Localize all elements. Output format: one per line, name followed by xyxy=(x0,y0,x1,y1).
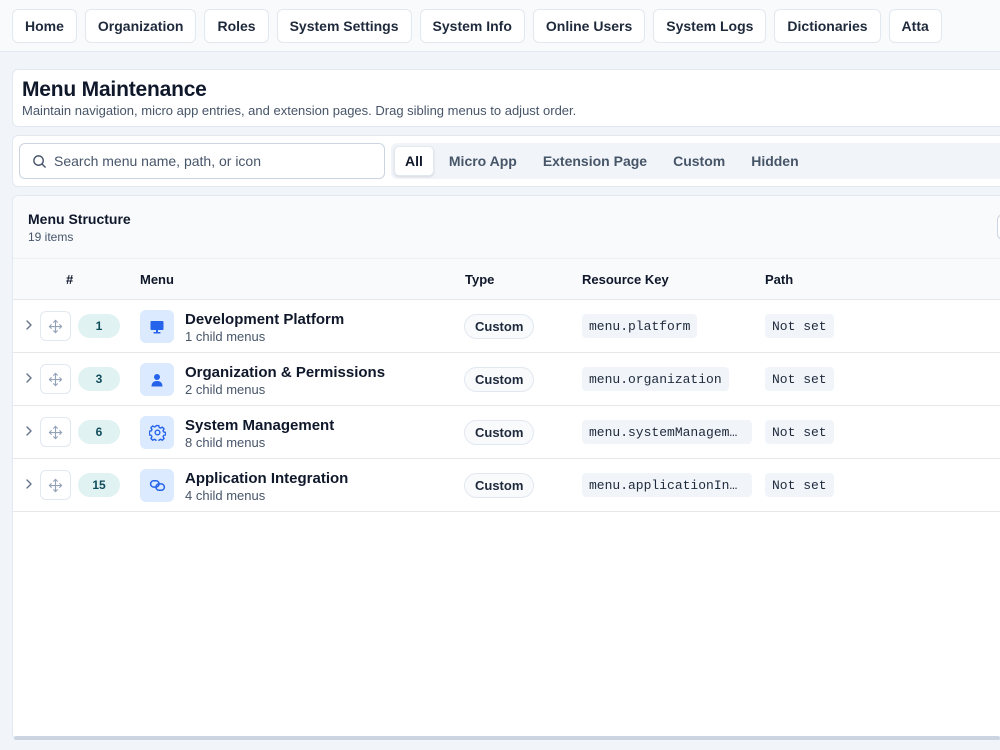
filter-micro-app[interactable]: Micro App xyxy=(436,146,530,176)
table-row[interactable]: 15 Application Integration 4 child menus… xyxy=(13,459,1000,512)
page-header: Menu Maintenance Maintain navigation, mi… xyxy=(12,69,1000,127)
order-badge: 3 xyxy=(78,367,120,391)
child-count: 1 child menus xyxy=(185,329,266,344)
type-badge: Custom xyxy=(464,314,535,339)
tab-bar: Home Organization Roles System Settings … xyxy=(0,0,1000,52)
drag-handle[interactable] xyxy=(40,364,71,394)
path-value: Not set xyxy=(765,367,834,391)
path-value: Not set xyxy=(765,420,834,444)
move-icon xyxy=(48,372,63,386)
child-count: 8 child menus xyxy=(185,435,266,450)
column-type: Type xyxy=(465,272,495,287)
type-badge: Custom xyxy=(464,473,535,498)
menu-icon-tile xyxy=(140,469,174,502)
column-order: # xyxy=(66,272,74,287)
drag-handle[interactable] xyxy=(40,311,71,341)
monitor-icon xyxy=(150,320,164,333)
filter-extension-page[interactable]: Extension Page xyxy=(530,146,660,176)
card-title: Menu Structure xyxy=(28,211,131,227)
menu-name: Development Platform xyxy=(185,311,345,328)
horizontal-scrollbar[interactable] xyxy=(14,736,1000,740)
link-icon xyxy=(149,479,165,492)
order-badge: 1 xyxy=(78,314,120,338)
resource-key: menu.applicationInte… xyxy=(582,473,752,497)
user-icon xyxy=(151,373,163,386)
tab-system-logs[interactable]: System Logs xyxy=(653,9,767,43)
child-count: 2 child menus xyxy=(185,382,266,397)
path-value: Not set xyxy=(765,314,834,338)
column-path: Path xyxy=(765,272,794,287)
menu-name: System Management xyxy=(185,417,335,434)
tab-roles[interactable]: Roles xyxy=(204,9,269,43)
tab-attachments[interactable]: Atta xyxy=(888,9,942,43)
tab-system-settings[interactable]: System Settings xyxy=(276,9,412,43)
tab-online-users[interactable]: Online Users xyxy=(532,9,646,43)
type-badge: Custom xyxy=(464,367,535,392)
type-badge: Custom xyxy=(464,420,535,445)
resource-key: menu.systemManagement xyxy=(582,420,752,444)
filter-hidden[interactable]: Hidden xyxy=(738,146,811,176)
filter-segmented-control: All Micro App Extension Page Custom Hidd… xyxy=(391,143,1000,179)
resource-key: menu.platform xyxy=(582,314,698,338)
drag-handle[interactable] xyxy=(40,417,71,447)
chevron-right-icon[interactable] xyxy=(24,371,34,385)
menu-icon-tile xyxy=(140,416,174,449)
table-row[interactable]: 3 Organization & Permissions 2 child men… xyxy=(13,353,1000,406)
table-row[interactable]: 6 System Management 8 child menus Custom… xyxy=(13,406,1000,459)
menu-structure-card: Menu Structure 19 items # Menu Type Reso… xyxy=(12,195,1000,740)
page-title: Menu Maintenance xyxy=(22,78,207,101)
move-icon xyxy=(48,425,63,439)
search-box[interactable] xyxy=(19,143,385,179)
tab-dictionaries[interactable]: Dictionaries xyxy=(774,9,881,43)
order-badge: 6 xyxy=(78,420,120,444)
search-icon xyxy=(33,154,46,168)
child-count: 4 child menus xyxy=(185,488,266,503)
move-icon xyxy=(48,478,63,492)
table-row[interactable]: 1 Development Platform 1 child menus Cus… xyxy=(13,300,1000,353)
move-icon xyxy=(48,319,63,333)
order-badge: 15 xyxy=(78,473,120,497)
filter-bar: All Micro App Extension Page Custom Hidd… xyxy=(12,135,1000,187)
column-resource-key: Resource Key xyxy=(582,272,669,287)
menu-icon-tile xyxy=(140,363,174,396)
gear-icon xyxy=(148,424,166,441)
chevron-right-icon[interactable] xyxy=(24,477,34,491)
tab-system-info[interactable]: System Info xyxy=(419,9,525,43)
tab-organization[interactable]: Organization xyxy=(84,9,197,43)
filter-custom[interactable]: Custom xyxy=(660,146,738,176)
filter-all[interactable]: All xyxy=(394,146,434,176)
page-subtitle: Maintain navigation, micro app entries, … xyxy=(22,103,577,118)
menu-icon-tile xyxy=(140,310,174,343)
chevron-right-icon[interactable] xyxy=(24,424,34,438)
item-count: 19 items xyxy=(28,230,74,244)
drag-handle[interactable] xyxy=(40,470,71,500)
resource-key: menu.organization xyxy=(582,367,729,391)
card-header: Menu Structure 19 items xyxy=(13,196,1000,259)
path-value: Not set xyxy=(765,473,834,497)
search-input[interactable] xyxy=(54,153,354,169)
tab-home[interactable]: Home xyxy=(12,9,77,43)
chevron-right-icon[interactable] xyxy=(24,318,34,332)
column-menu: Menu xyxy=(140,272,174,287)
table-header: # Menu Type Resource Key Path xyxy=(13,259,1000,300)
menu-name: Application Integration xyxy=(185,470,349,487)
menu-name: Organization & Permissions xyxy=(185,364,386,381)
